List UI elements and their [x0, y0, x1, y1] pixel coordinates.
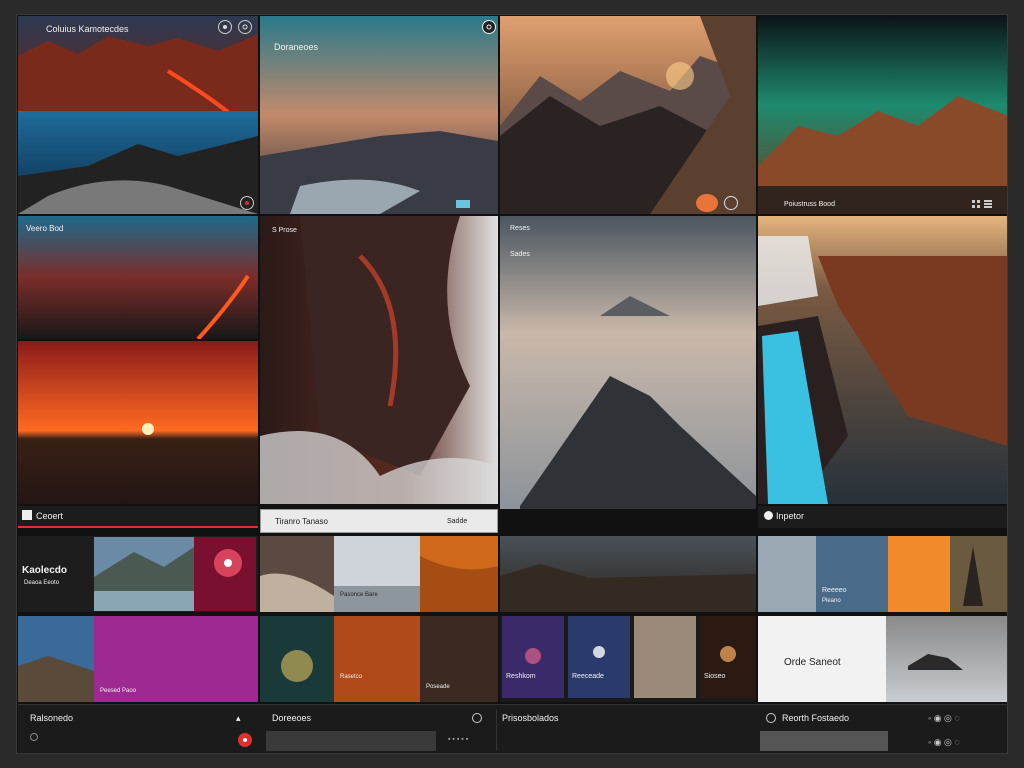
lower-b-image — [260, 536, 498, 612]
section-title: Inpetor — [776, 511, 805, 521]
globe-icon[interactable] — [766, 713, 776, 723]
fog-peaks-image — [500, 216, 756, 509]
tile-fog-peaks[interactable]: Reses Sades — [500, 216, 756, 509]
checkbox-icon[interactable] — [22, 510, 32, 520]
red-canyon-image — [18, 16, 258, 214]
row4-c-image — [502, 616, 756, 698]
list-icon[interactable] — [984, 200, 992, 208]
tile-title: Veero Bod — [26, 224, 64, 233]
lower-d-image — [758, 536, 1007, 612]
tile-lower-c[interactable] — [500, 536, 756, 612]
divider — [496, 709, 497, 751]
tile-waterfall[interactable] — [758, 216, 1007, 504]
gallery-frame: Coluius Kamotecdes Doraneoes Poiustruss … — [16, 14, 1008, 754]
footer-bar: Ralsonedo ▴ Doreeoes ▪ ▪ ▪ ▪ ▪ Prisosbol… — [18, 704, 1007, 753]
tile-lower-a[interactable]: Kaolecdo Deaoa Eeoto — [18, 536, 258, 612]
tile-red-river[interactable]: Veero Bod — [18, 216, 258, 339]
tile-red-canyon[interactable]: Coluius Kamotecdes — [18, 16, 258, 214]
tile-aurora[interactable]: Poiustruss Bood — [758, 16, 1007, 214]
tile-row4-c[interactable]: Reshkom Reeceade Sioseo — [500, 616, 756, 702]
tag-icon[interactable] — [456, 200, 470, 208]
lower-right-caption: Reeeeo — [822, 587, 847, 594]
tile-row4-a[interactable]: Peesed Paoo — [18, 616, 258, 702]
tile-dusk-lake[interactable]: Doraneoes — [260, 16, 498, 214]
lower-title: Kaolecdo — [22, 565, 68, 576]
search-field[interactable]: Tiranro Tanaso Sadde — [260, 509, 498, 533]
record-button[interactable] — [238, 733, 252, 747]
card-text: Orde Saneot — [784, 657, 841, 668]
valley-image — [94, 537, 194, 611]
row4-caption: Sioseo — [704, 673, 726, 680]
misty-cliff-image — [260, 216, 498, 504]
more-icon[interactable] — [724, 196, 738, 210]
tile-lower-d[interactable]: Reeeeo Pleano — [758, 536, 1007, 612]
add-icon[interactable] — [30, 733, 38, 741]
row4-caption: Reshkom — [506, 673, 536, 680]
footer-label: Doreeoes — [272, 713, 312, 723]
row4-caption: Rasetco — [340, 674, 363, 680]
search-field-text: Tiranro Tanaso — [275, 517, 328, 526]
dot-icon — [764, 511, 773, 520]
tile-title: Doraneoes — [274, 42, 319, 52]
aurora-image — [758, 16, 1007, 214]
settings-icon[interactable] — [240, 196, 254, 210]
tile-title: Coluius Kamotecdes — [46, 24, 129, 34]
share-icon[interactable] — [238, 20, 252, 34]
footer-label: Ralsonedo — [30, 713, 74, 723]
section-header-a: Ceoert — [18, 506, 258, 528]
flare-image — [194, 537, 256, 611]
tile-sunset-plain[interactable] — [18, 341, 258, 504]
section-header-b: Inpetor — [758, 506, 1007, 528]
lower-c-image — [500, 536, 756, 612]
footer-label: Reorth Fostaedo — [782, 713, 850, 723]
preview-strip — [760, 731, 888, 751]
progress-strip — [266, 731, 436, 751]
tile-lower-b[interactable]: Pasonce Bare — [260, 536, 498, 612]
grid-icon[interactable] — [972, 200, 980, 208]
tile-snowy-peak[interactable] — [500, 16, 756, 214]
sunset-plain-image — [18, 341, 258, 504]
info-icon[interactable] — [218, 20, 232, 34]
tile-row4-d[interactable]: Orde Saneot — [758, 616, 1007, 702]
lower-subtitle: Deaoa Eeoto — [24, 580, 60, 586]
refresh-icon[interactable] — [482, 20, 496, 34]
row4-caption: Poseade — [426, 684, 450, 690]
orange-badge-icon[interactable] — [696, 194, 718, 212]
section-title: Ceoert — [36, 511, 64, 521]
tile-row4-b[interactable]: Rasetco Poseade — [260, 616, 498, 702]
toolbar-icons[interactable]: ◦ ◉ ◎ ◌ — [928, 713, 960, 723]
row4-caption: Reeceade — [572, 673, 604, 680]
tile-title: S Prose — [272, 227, 297, 234]
row4-b-image — [260, 616, 498, 702]
tile-misty-cliff[interactable]: S Prose — [260, 216, 498, 504]
red-river-image — [18, 216, 258, 339]
toolbar-icons-2[interactable]: ◦ ◉ ◎ ◌ — [928, 737, 960, 747]
power-icon[interactable] — [472, 713, 482, 723]
controls-icon[interactable]: ▪ ▪ ▪ ▪ ▪ — [448, 735, 468, 745]
tile-title: Reses — [510, 225, 530, 232]
row4-a-image — [18, 616, 258, 702]
search-button[interactable]: Sadde — [447, 517, 467, 527]
lower-right-sub: Pleano — [822, 598, 841, 604]
close-icon[interactable]: ▴ — [236, 713, 241, 723]
lower-mid-caption: Pasonce Bare — [340, 592, 378, 598]
footer-label: Prisosbolados — [502, 713, 559, 723]
snowy-peak-image — [500, 16, 756, 214]
waterfall-image — [758, 216, 1007, 504]
pink-caption: Peesed Paoo — [100, 688, 137, 694]
tile-caption: Poiustruss Bood — [784, 201, 835, 208]
tile-subtitle: Sades — [510, 251, 530, 258]
